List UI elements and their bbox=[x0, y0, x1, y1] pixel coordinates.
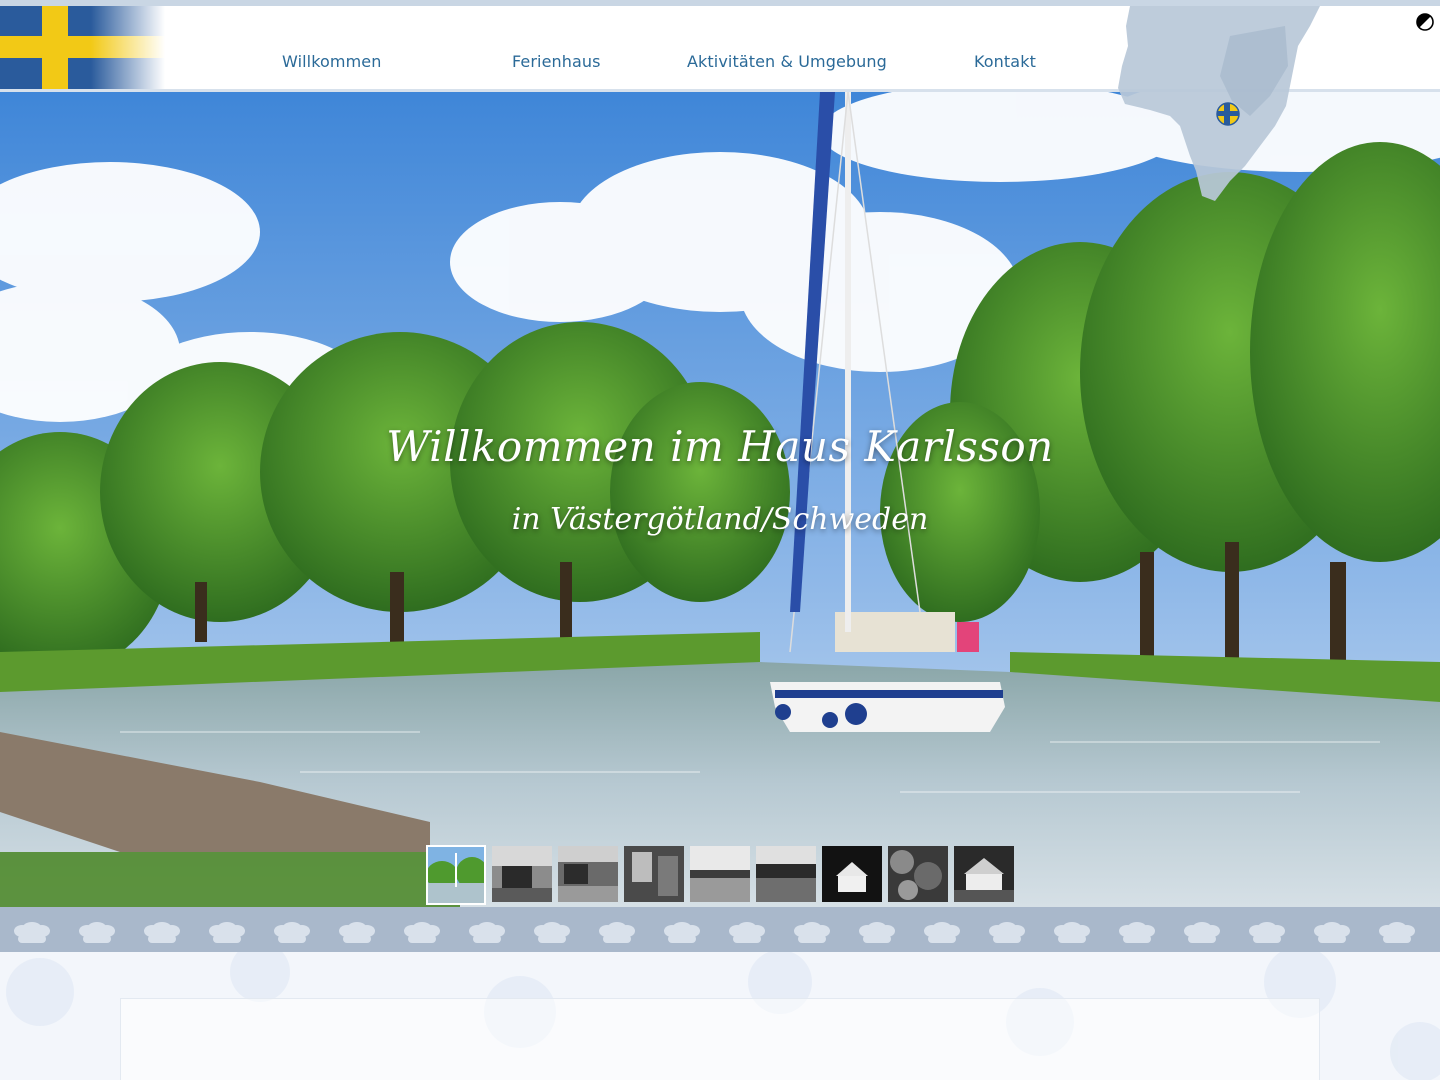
nav-item-kontakt[interactable]: Kontakt bbox=[974, 52, 1036, 71]
thumbnail-porch[interactable] bbox=[624, 846, 684, 902]
ornament-band bbox=[0, 907, 1440, 952]
thumbnail-red-house-lake[interactable] bbox=[492, 846, 552, 902]
sweden-map-icon bbox=[1110, 6, 1340, 206]
thumbnail-garden-house[interactable] bbox=[558, 846, 618, 902]
hero-image bbox=[0, 92, 1440, 907]
thumbnail-lake-forest[interactable] bbox=[756, 846, 816, 902]
hero-title: Willkommen im Haus Karlsson bbox=[386, 422, 1054, 471]
nav-item-ferienhaus[interactable]: Ferienhaus bbox=[512, 52, 601, 71]
nav-item-aktivitaeten[interactable]: Aktivitäten & Umgebung bbox=[687, 52, 887, 71]
nav-item-willkommen[interactable]: Willkommen bbox=[282, 52, 381, 71]
contrast-icon[interactable] bbox=[1416, 13, 1434, 31]
thumbnail-lakeside[interactable] bbox=[690, 846, 750, 902]
hero-slideshow: Willkommen im Haus Karlsson in Västergöt… bbox=[0, 92, 1440, 907]
thumbnail-white-house-night[interactable] bbox=[822, 846, 882, 902]
content-background bbox=[0, 952, 1440, 1080]
thumbnail-canal-sailboat[interactable] bbox=[426, 845, 486, 905]
hero-subtitle: in Västergötland/Schweden bbox=[511, 502, 929, 537]
thumbnail-house-front[interactable] bbox=[954, 846, 1014, 902]
thumbnail-forest-path[interactable] bbox=[888, 846, 948, 902]
content-panel bbox=[120, 998, 1320, 1080]
